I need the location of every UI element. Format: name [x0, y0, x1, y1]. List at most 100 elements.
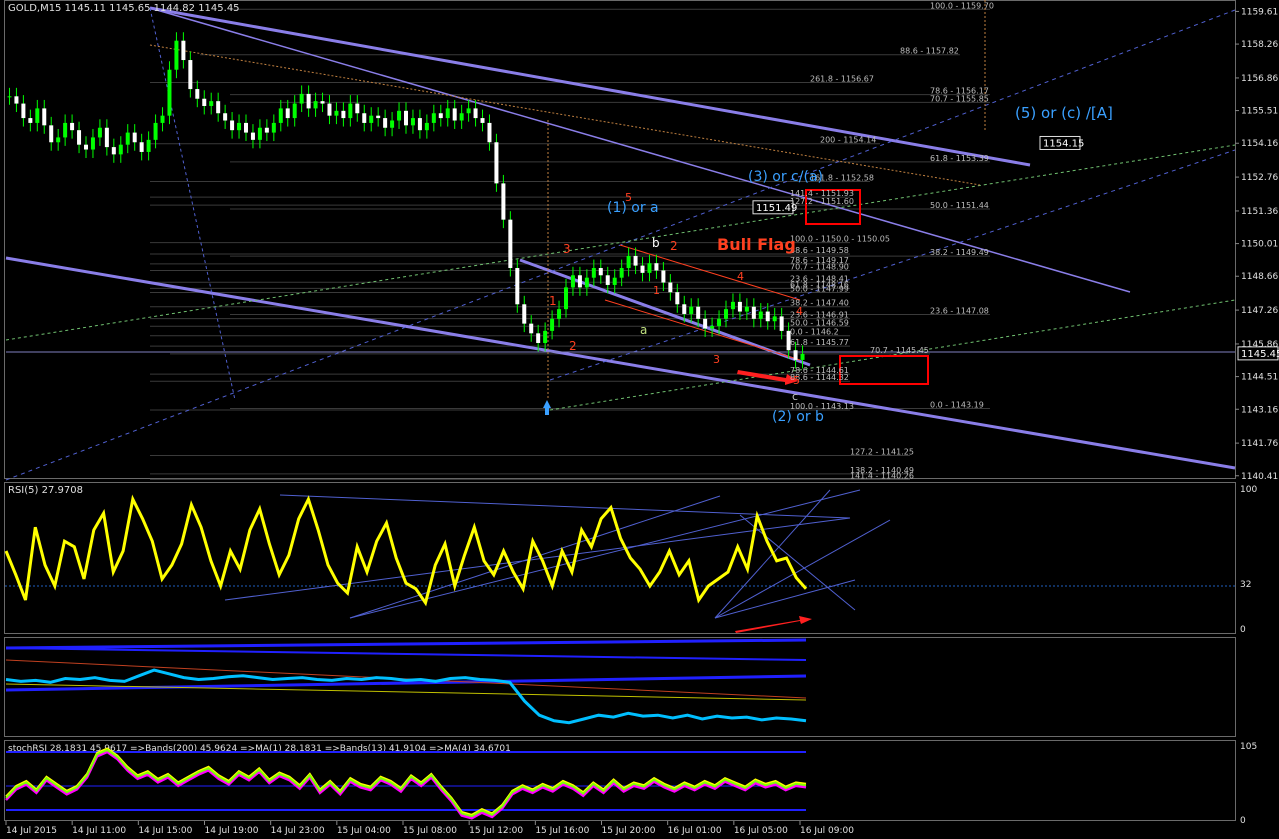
candle-body	[724, 309, 728, 319]
candle-body	[188, 60, 193, 90]
candle-body	[591, 268, 596, 278]
candle-body	[132, 132, 137, 143]
price-tick-label: 1156.86	[1241, 74, 1278, 84]
candle-body	[710, 326, 715, 329]
time-tick-label: 16 Jul 05:00	[734, 826, 788, 836]
candle-body	[181, 40, 186, 61]
candle-body	[494, 142, 499, 184]
candle-body	[97, 127, 102, 138]
price-tick-label: 1150.01	[1241, 240, 1278, 250]
wave-label: 1	[549, 294, 557, 308]
osc-panel	[5, 638, 807, 725]
candle-body	[90, 137, 95, 150]
candle-body	[703, 318, 708, 329]
candle-body	[223, 113, 228, 121]
candle-body	[42, 108, 47, 126]
candle-body	[424, 122, 429, 131]
fib-level-label: 200 - 1154.14	[820, 136, 876, 145]
candle-body	[153, 122, 158, 140]
candle-body	[577, 275, 582, 288]
candle-body	[744, 306, 749, 312]
candle-body	[195, 89, 200, 99]
fib-level-label: 50.0 - 1146.59	[790, 318, 849, 327]
candle-body	[737, 301, 742, 312]
candle-body	[522, 304, 527, 324]
candle-body	[125, 132, 130, 145]
fib-level-label: 261.8 - 1156.67	[810, 75, 874, 84]
time-axis: 14 Jul 2015 14 Jul 11:00 14 Jul 15:00 14 Ju…	[5, 821, 854, 836]
candle-body	[765, 311, 770, 322]
candle-body	[341, 110, 346, 119]
rsi-tick-label: 32	[1240, 580, 1251, 590]
wave-label: 3	[713, 353, 720, 366]
fib-level-label: 70.7 - 1145.45	[870, 346, 929, 355]
wave-label: b	[652, 236, 660, 250]
fib-level-label: 23.6 - 1147.08	[930, 306, 989, 315]
candle-body	[355, 103, 360, 114]
stoch-tick-label: 105	[1240, 742, 1257, 752]
fib-level-label: 0.0 - 1143.19	[930, 401, 984, 410]
price-flag-label: 1154.15	[1043, 138, 1084, 149]
wave-label: (1) or a	[607, 200, 659, 216]
fib-level-label: 61.8 - 1153.39	[930, 154, 989, 163]
trading-chart-window: 1154.151151.491145.45 100.0 - 1159.7088.…	[4, 0, 1279, 836]
candle-body	[605, 275, 610, 285]
price-axis: 1159.61 1158.26 1156.86 1155.51 1154.16 1152.…	[1235, 7, 1278, 482]
main-header: GOLD,M15 1145.11 1145.65 1144.82 1145.45	[8, 3, 240, 14]
price-tick-label: 1152.76	[1241, 173, 1278, 183]
candle-body	[174, 40, 179, 70]
time-tick-label: 15 Jul 20:00	[602, 826, 656, 836]
osc-band-line	[5, 638, 807, 650]
fib-level-label: 88.6 - 1149.58	[790, 246, 849, 255]
candle-body	[237, 122, 242, 131]
candle-body	[438, 113, 443, 119]
candle-body	[362, 113, 367, 123]
candle-body	[146, 139, 151, 152]
candle-body	[216, 101, 221, 114]
candle-body	[390, 120, 395, 128]
candle-body	[28, 118, 33, 123]
rsi-axis: 100 32 0	[1240, 485, 1257, 635]
candle-body	[56, 137, 61, 143]
candle-body	[257, 127, 262, 140]
wave-label: 5	[793, 374, 800, 387]
candle-body	[543, 330, 548, 343]
time-tick-label: 15 Jul 08:00	[403, 826, 457, 836]
candle-body	[63, 122, 68, 138]
candle-body	[487, 122, 492, 143]
candle-body	[466, 108, 471, 114]
candle-body	[661, 270, 666, 283]
candle-body	[431, 113, 436, 123]
candle-body	[14, 96, 19, 104]
wave-label: 2	[569, 339, 577, 353]
candle-body	[598, 268, 603, 276]
wave-label: (2) or b	[772, 409, 824, 425]
stoch-axis: 105 0	[1240, 742, 1257, 826]
candle-body	[160, 115, 165, 123]
candle-body	[564, 287, 568, 310]
candle-body	[334, 110, 339, 116]
rsi-divergence-arrow	[735, 616, 812, 633]
candle-body	[550, 318, 555, 331]
candle-body	[452, 108, 457, 121]
candle-body	[626, 255, 631, 269]
wave-label: (3) or c/(a)	[748, 169, 823, 185]
fib-level-label: 88.6 - 1157.82	[900, 47, 959, 56]
time-tick-label: 16 Jul 01:00	[668, 826, 722, 836]
price-tick-label: 1159.61	[1241, 7, 1278, 17]
candle-body	[557, 309, 562, 319]
time-tick-label: 14 Jul 19:00	[205, 826, 259, 836]
candle-body	[348, 103, 353, 119]
candle-body	[459, 113, 464, 121]
price-tick-label: 1144.51	[1241, 373, 1278, 383]
candle-body	[49, 125, 54, 143]
candle-body	[501, 183, 506, 220]
time-tick-label: 15 Jul 04:00	[337, 826, 391, 836]
candle-body	[404, 110, 408, 126]
candle-body	[668, 282, 673, 293]
candle-body	[202, 98, 207, 106]
candle-body	[647, 263, 652, 273]
candle-body	[77, 130, 82, 145]
trend-line	[149, 6, 1031, 167]
candle-body	[35, 108, 40, 123]
